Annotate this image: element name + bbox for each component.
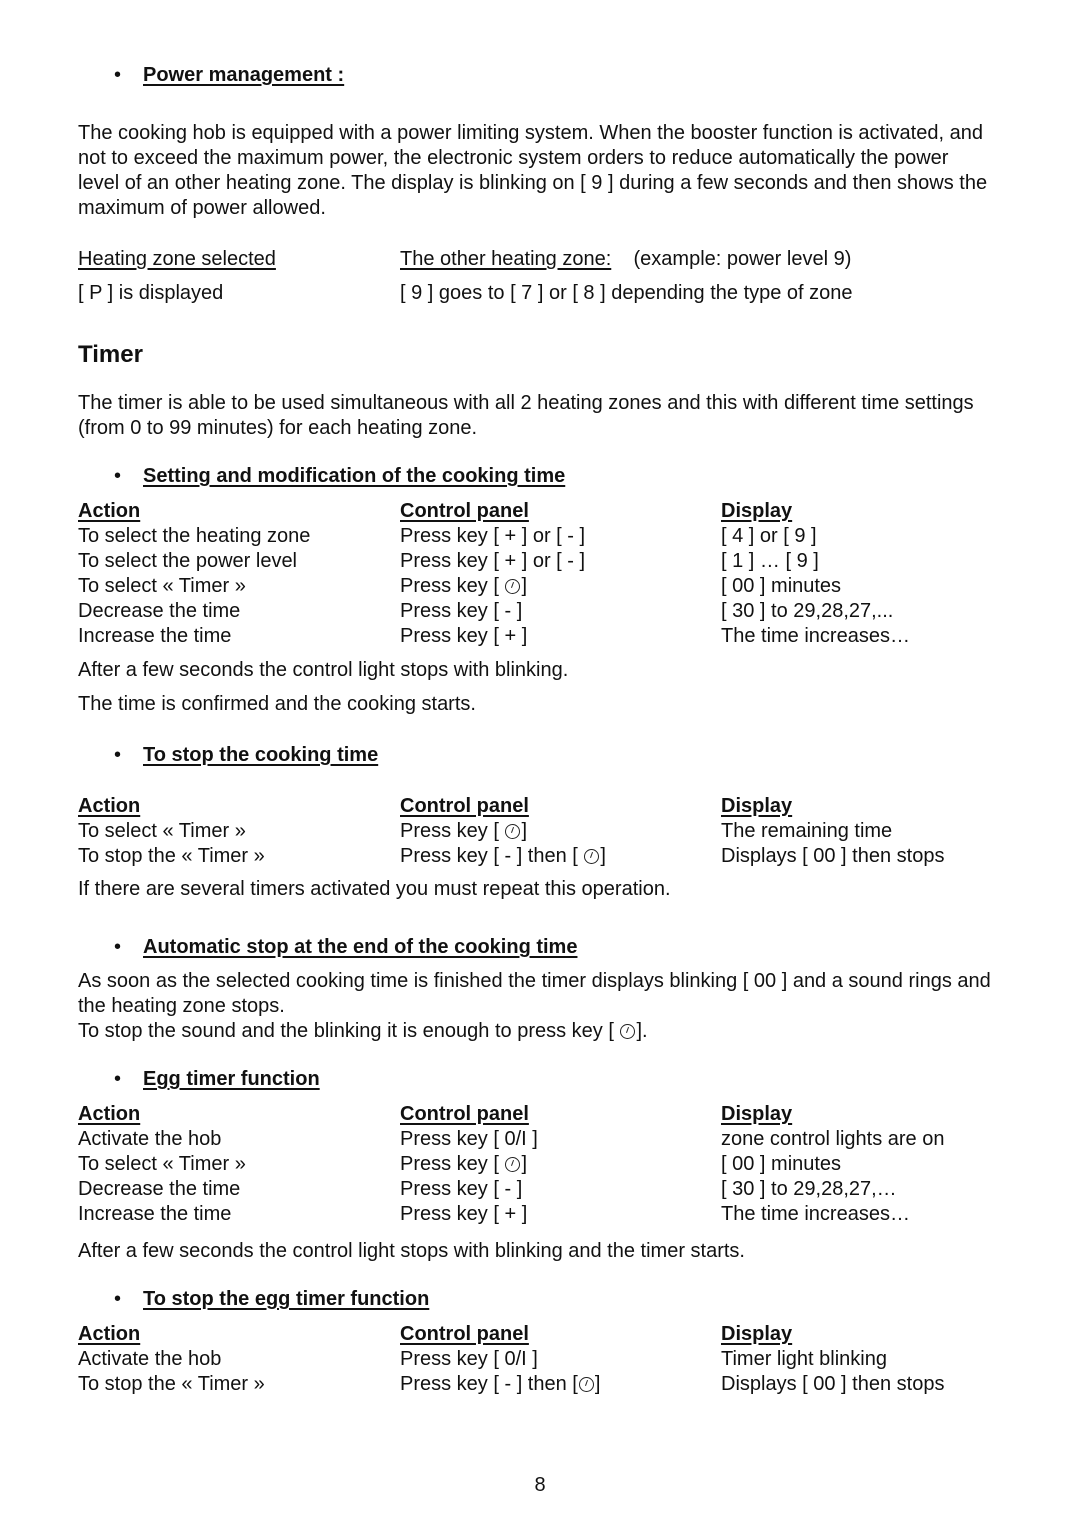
table-cell-control: Press key [ - ] then [] <box>400 1373 601 1395</box>
header-action: Action <box>78 1323 141 1345</box>
heating-zone-selected-label: Heating zone selected <box>78 248 276 270</box>
header-display: Display <box>721 500 793 522</box>
clock-icon <box>505 824 521 839</box>
heating-zone-selected-value: [ P ] is displayed <box>78 282 224 304</box>
power-management-paragraph: The cooking hob is equipped with a power… <box>78 122 988 219</box>
table-cell-action: To select « Timer » <box>78 820 246 842</box>
table-cell-display: The time increases… <box>721 1203 910 1225</box>
table-cell-control: Press key [ ] <box>400 820 528 842</box>
table-cell-action: Decrease the time <box>78 600 241 622</box>
bullet-icon: • <box>114 744 122 766</box>
table-cell-control: Press key [ 0/I ] <box>400 1128 538 1150</box>
table-cell-action: To select « Timer » <box>78 1153 246 1175</box>
clock-icon <box>505 1157 521 1172</box>
table-cell-control: Press key [ + ] or [ - ] <box>400 525 586 547</box>
header-control-panel: Control panel <box>400 1323 529 1345</box>
table-cell-action: Increase the time <box>78 625 232 647</box>
clock-icon <box>578 1377 594 1392</box>
table-cell-display: [ 4 ] or [ 9 ] <box>721 525 817 547</box>
table-cell-action: To select the heating zone <box>78 525 311 547</box>
setting-note-1: After a few seconds the control light st… <box>78 659 569 681</box>
other-heating-zone-label: The other heating zone: (example: power … <box>400 248 852 270</box>
bullet-icon: • <box>114 1068 122 1090</box>
table-cell-display: zone control lights are on <box>721 1128 945 1150</box>
setting-note-2: The time is confirmed and the cooking st… <box>78 693 476 715</box>
stop-cooking-note: If there are several timers activated yo… <box>78 878 671 900</box>
table-cell-action: Activate the hob <box>78 1128 222 1150</box>
header-display: Display <box>721 795 793 817</box>
table-cell-control: Press key [ ] <box>400 575 528 597</box>
table-cell-control: Press key [ + ] <box>400 1203 528 1225</box>
table-cell-display: The time increases… <box>721 625 910 647</box>
header-control-panel: Control panel <box>400 500 529 522</box>
table-cell-action: To select the power level <box>78 550 298 572</box>
header-display: Display <box>721 1103 793 1125</box>
table-cell-action: Increase the time <box>78 1203 232 1225</box>
table-cell-control: Press key [ - ] <box>400 600 523 622</box>
clock-icon <box>620 1024 636 1039</box>
egg-timer-note: After a few seconds the control light st… <box>78 1240 745 1262</box>
table-cell-control: Press key [ + ] <box>400 625 528 647</box>
other-heating-zone-value: [ 9 ] goes to [ 7 ] or [ 8 ] depending t… <box>400 282 853 304</box>
table-cell-control: Press key [ ] <box>400 1153 528 1175</box>
table-cell-action: Activate the hob <box>78 1348 222 1370</box>
table-cell-display: [ 1 ] … [ 9 ] <box>721 550 819 572</box>
clock-icon <box>584 849 600 864</box>
bullet-icon: • <box>114 64 122 86</box>
table-cell-control: Press key [ - ] <box>400 1178 523 1200</box>
table-cell-display: Timer light blinking <box>721 1348 887 1370</box>
table-cell-display: [ 30 ] to 29,28,27,... <box>721 600 894 622</box>
header-display: Display <box>721 1323 793 1345</box>
clock-icon <box>505 579 521 594</box>
header-control-panel: Control panel <box>400 1103 529 1125</box>
table-cell-control: Press key [ - ] then [ ] <box>400 845 606 867</box>
table-cell-action: To select « Timer » <box>78 575 246 597</box>
page-number: 8 <box>534 1474 546 1496</box>
header-control-panel: Control panel <box>400 795 529 817</box>
timer-intro: The timer is able to be used simultaneou… <box>78 392 974 439</box>
table-cell-action: Decrease the time <box>78 1178 241 1200</box>
bullet-icon: • <box>114 465 122 487</box>
table-cell-display: Displays [ 00 ] then stops <box>721 845 945 867</box>
table-cell-control: Press key [ 0/I ] <box>400 1348 538 1370</box>
table-cell-action: To stop the « Timer » <box>78 1373 265 1395</box>
table-cell-action: To stop the « Timer » <box>78 845 265 867</box>
table-cell-display: [ 00 ] minutes <box>721 1153 842 1175</box>
header-action: Action <box>78 1103 141 1125</box>
table-cell-display: [ 00 ] minutes <box>721 575 842 597</box>
table-cell-display: Displays [ 00 ] then stops <box>721 1373 945 1395</box>
auto-stop-text: As soon as the selected cooking time is … <box>78 970 991 1017</box>
bullet-icon: • <box>114 936 122 958</box>
header-action: Action <box>78 795 141 817</box>
timer-title: Timer <box>78 341 143 368</box>
table-cell-control: Press key [ + ] or [ - ] <box>400 550 586 572</box>
auto-stop-text-2: To stop the sound and the blinking it is… <box>78 1020 648 1042</box>
bullet-icon: • <box>114 1288 122 1310</box>
header-action: Action <box>78 500 141 522</box>
table-cell-display: The remaining time <box>721 820 893 842</box>
table-cell-display: [ 30 ] to 29,28,27,… <box>721 1178 897 1200</box>
